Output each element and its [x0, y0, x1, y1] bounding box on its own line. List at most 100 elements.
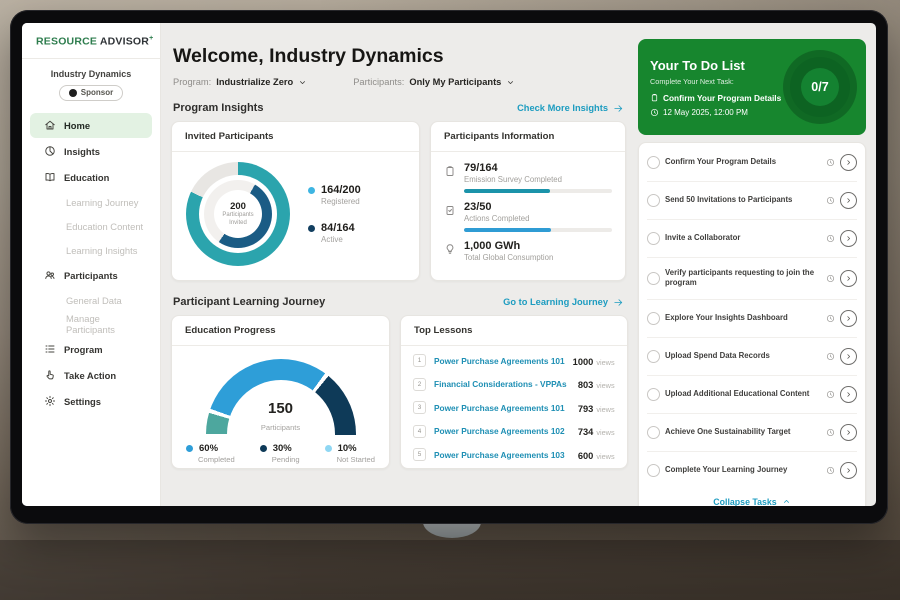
participants-filter[interactable]: Participants: Only My Participants	[353, 77, 515, 87]
progress-bar-track	[464, 228, 612, 232]
donut-legend-value: 84/164	[321, 222, 355, 234]
lesson-rank: 5	[413, 448, 426, 461]
task-open-button[interactable]	[840, 192, 857, 209]
gauge-legend-row: 60%	[186, 443, 235, 454]
task-label: Complete Your Learning Journey	[665, 465, 821, 475]
chevron-right-icon	[844, 428, 853, 437]
task-row-complete-your-learning-journey: Complete Your Learning Journey	[647, 451, 857, 489]
lesson-link[interactable]: Financial Considerations - VPPAs	[434, 379, 570, 389]
task-checkbox[interactable]	[647, 156, 660, 169]
arrow-right-icon	[613, 297, 624, 308]
clock-icon	[826, 274, 835, 283]
info-label: Actions Completed	[464, 214, 612, 223]
todo-tasks-card: Confirm Your Program DetailsSend 50 Invi…	[638, 142, 866, 506]
task-row-send-50-invitations-to-participants: Send 50 Invitations to Participants	[647, 181, 857, 219]
brand-secondary: ADVISOR	[100, 36, 149, 48]
task-open-button[interactable]	[840, 270, 857, 287]
lesson-row: 2Financial Considerations - VPPAs803view…	[413, 373, 615, 397]
lesson-link[interactable]: Power Purchase Agreements 101	[434, 403, 570, 413]
donut-legend-item: 84/164Active	[308, 222, 361, 244]
task-row-upload-additional-educational-content: Upload Additional Educational Content	[647, 375, 857, 413]
lesson-rank: 4	[413, 425, 426, 438]
lesson-link[interactable]: Power Purchase Agreements 101	[434, 356, 565, 366]
task-checkbox[interactable]	[647, 232, 660, 245]
sidebar-item-settings[interactable]: Settings	[30, 389, 152, 414]
program-icon	[44, 343, 56, 355]
donut-center-caption: Participants Invited	[217, 212, 259, 226]
lesson-views-suffix: views	[596, 428, 614, 437]
donut-legend-label: Active	[321, 235, 361, 244]
todo-due-label: 12 May 2025, 12:00 PM	[663, 108, 748, 117]
invited-participants-card: Invited Participants 200 Participants In…	[171, 121, 420, 281]
lesson-link[interactable]: Power Purchase Agreements 103	[434, 450, 570, 460]
progress-bar-fill	[464, 189, 550, 193]
task-checkbox[interactable]	[647, 388, 660, 401]
clock-icon	[826, 428, 835, 437]
legend-dot-icon	[308, 225, 315, 232]
task-open-button[interactable]	[840, 424, 857, 441]
sidebar-item-participants[interactable]: Participants	[30, 263, 152, 288]
lesson-views-suffix: views	[596, 358, 614, 367]
lesson-link[interactable]: Power Purchase Agreements 102	[434, 426, 570, 436]
task-open-button[interactable]	[840, 310, 857, 327]
info-value: 23/50	[464, 201, 612, 213]
participants-information-card: Participants Information 79/164Emission …	[430, 121, 626, 281]
task-checkbox[interactable]	[647, 272, 660, 285]
task-open-button[interactable]	[840, 386, 857, 403]
top-lessons-list: 1Power Purchase Agreements 1011000views2…	[401, 346, 627, 470]
collapse-tasks-link[interactable]: Collapse Tasks	[647, 489, 857, 506]
sponsor-badge: Sponsor	[59, 85, 123, 101]
clipboard-icon	[650, 93, 659, 102]
gauge-legend-value: 30%	[273, 443, 292, 454]
task-row-invite-a-collaborator: Invite a Collaborator	[647, 219, 857, 257]
sidebar-item-label: Insights	[64, 146, 100, 157]
task-checkbox[interactable]	[647, 464, 660, 477]
sidebar-item-general-data[interactable]: General Data	[30, 289, 152, 312]
donut-legend-row: 164/200	[308, 184, 361, 196]
participants-filter-value: Only My Participants	[409, 77, 501, 87]
todo-progress-counter: 0/7	[801, 68, 839, 106]
program-insights-header: Program Insights Check More Insights	[173, 102, 624, 114]
collapse-tasks-label: Collapse Tasks	[713, 497, 776, 506]
gauge-legend-item: 10%Not Started	[325, 443, 375, 464]
gauge-legend-label: Not Started	[337, 455, 375, 464]
task-open-button[interactable]	[840, 154, 857, 171]
lesson-rank: 1	[413, 354, 426, 367]
task-open-button[interactable]	[840, 462, 857, 479]
donut-center-value: 200	[230, 201, 246, 212]
lesson-views-value: 734	[578, 427, 594, 437]
task-checkbox[interactable]	[647, 312, 660, 325]
gauge-legend-item: 30%Pending	[260, 443, 300, 464]
task-checkbox[interactable]	[647, 194, 660, 207]
task-checkbox[interactable]	[647, 350, 660, 363]
chevron-right-icon	[844, 196, 853, 205]
lesson-views-value: 793	[578, 404, 594, 414]
task-checkbox[interactable]	[647, 426, 660, 439]
task-label: Upload Additional Educational Content	[665, 389, 821, 399]
info-label: Emission Survey Completed	[464, 175, 612, 184]
sidebar-item-program[interactable]: Program	[30, 337, 152, 362]
chevron-down-icon	[506, 78, 515, 87]
gauge-legend-row: 30%	[260, 443, 300, 454]
donut-legend-value: 164/200	[321, 184, 361, 196]
sidebar-item-learning-insights[interactable]: Learning Insights	[30, 239, 152, 262]
task-open-button[interactable]	[840, 348, 857, 365]
sidebar-item-education-content[interactable]: Education Content	[30, 215, 152, 238]
task-open-button[interactable]	[840, 230, 857, 247]
todo-summary-card: Your To Do List Complete Your Next Task:…	[638, 39, 866, 135]
brand-logo: RESOURCE ADVISOR+	[22, 35, 160, 58]
sidebar-item-take-action[interactable]: Take Action	[30, 363, 152, 388]
sidebar-item-manage-participants[interactable]: Manage Participants	[30, 313, 152, 336]
legend-dot-icon	[308, 187, 315, 194]
lesson-views: 803views	[578, 375, 615, 393]
info-content: 79/164Emission Survey Completed	[464, 162, 612, 193]
sidebar-item-insights[interactable]: Insights	[30, 139, 152, 164]
task-row-confirm-your-program-details: Confirm Your Program Details	[647, 144, 857, 181]
program-filter[interactable]: Program: Industrialize Zero	[173, 77, 307, 87]
check-more-insights-link[interactable]: Check More Insights	[517, 103, 624, 114]
sidebar-item-education[interactable]: Education	[30, 165, 152, 190]
sidebar-item-learning-journey[interactable]: Learning Journey	[30, 191, 152, 214]
go-to-learning-journey-link[interactable]: Go to Learning Journey	[503, 297, 624, 308]
sidebar-item-home[interactable]: Home	[30, 113, 152, 138]
donut-legend-label: Registered	[321, 197, 361, 206]
